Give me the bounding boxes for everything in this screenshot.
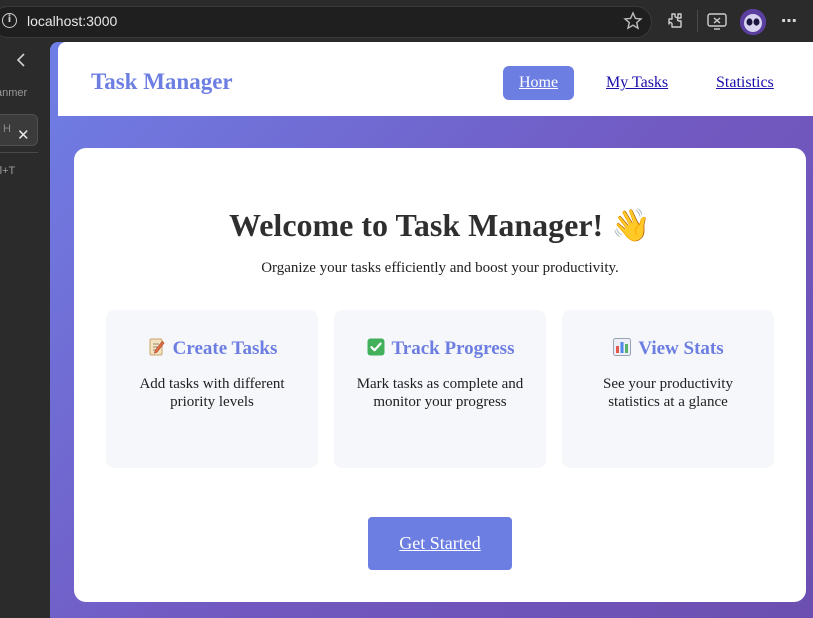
- feature-description: Mark tasks as complete and monitor your …: [356, 376, 524, 410]
- page-title: Welcome to Task Manager! 👋: [228, 207, 652, 243]
- feature-title: Track Progress: [391, 338, 515, 359]
- feature-title: Create Tasks: [172, 338, 278, 359]
- tab-sidebar: anmer H ✕ rl+T: [0, 42, 50, 618]
- more-options-icon[interactable]: ⋯: [781, 11, 798, 30]
- alien-avatar-icon: [740, 9, 766, 35]
- browser-toolbar: i localhost:3000 ⋯: [0, 0, 813, 42]
- sidebar-tab-title: anmer: [0, 87, 28, 99]
- feature-description: Add tasks with different priority levels: [139, 376, 285, 410]
- feature-card-track-progress: Track Progress Mark tasks as complete an…: [334, 310, 546, 468]
- memo-icon: [149, 338, 165, 356]
- top-navbar: Task Manager Home My Tasks Statistics: [58, 42, 813, 116]
- nav-link-home[interactable]: Home: [503, 66, 574, 100]
- site-info-icon[interactable]: i: [2, 13, 17, 28]
- feature-description: See your productivity statistics at a gl…: [603, 376, 733, 410]
- bar-chart-icon: [613, 338, 632, 356]
- collapse-sidebar-chevron-icon[interactable]: [14, 52, 30, 68]
- toolbar-divider: [697, 10, 698, 32]
- sidebar-divider: [0, 152, 38, 153]
- feature-heading: Create Tasks: [106, 337, 318, 360]
- favorite-star-icon[interactable]: [623, 11, 643, 31]
- feature-card-create-tasks: Create Tasks Add tasks with different pr…: [106, 310, 318, 468]
- page-subtitle: Organize your tasks efficiently and boos…: [261, 260, 619, 276]
- profile-avatar[interactable]: [740, 9, 766, 35]
- get-started-button[interactable]: Get Started: [368, 517, 512, 570]
- nav-link-my-tasks[interactable]: My Tasks: [606, 74, 668, 92]
- close-tab-icon[interactable]: ✕: [17, 126, 30, 144]
- feature-title: View Stats: [638, 338, 724, 359]
- screen-capture-icon[interactable]: [706, 11, 728, 31]
- feature-heading: View Stats: [562, 337, 774, 360]
- feature-card-view-stats: View Stats See your productivity statist…: [562, 310, 774, 468]
- welcome-card: Welcome to Task Manager! 👋 Organize your…: [74, 148, 806, 602]
- extensions-puzzle-icon[interactable]: [665, 11, 685, 31]
- page-viewport: Task Manager Home My Tasks Statistics We…: [50, 42, 813, 618]
- nav-link-statistics[interactable]: Statistics: [716, 74, 774, 92]
- new-tab-shortcut[interactable]: rl+T: [0, 165, 15, 177]
- brand-title[interactable]: Task Manager: [91, 69, 233, 95]
- feature-heading: Track Progress: [334, 337, 546, 360]
- check-box-icon: [367, 338, 385, 356]
- url-text[interactable]: localhost:3000: [27, 13, 117, 29]
- sidebar-tab-label: H: [3, 123, 11, 135]
